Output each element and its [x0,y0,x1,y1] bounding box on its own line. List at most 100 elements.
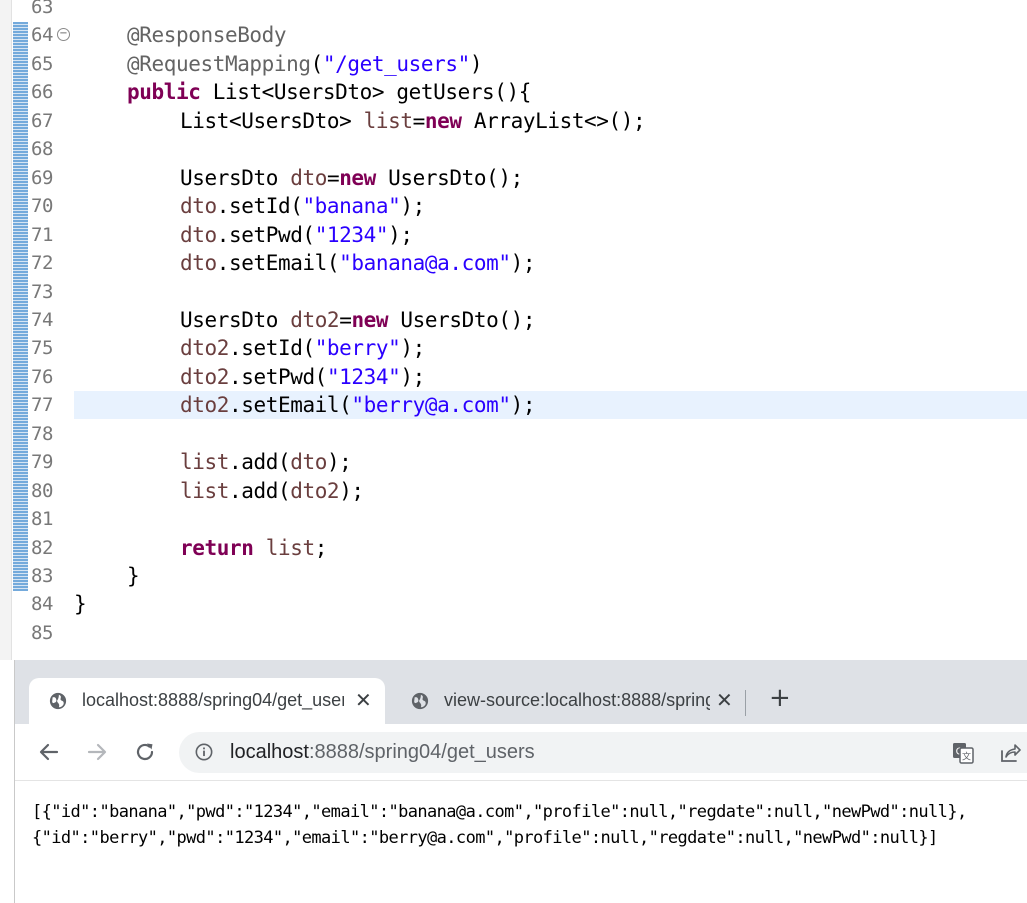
code-token: ); [510,251,536,276]
share-icon[interactable] [998,741,1022,765]
code-line[interactable]: 65 @RequestMapping("/get_users") [0,50,1027,78]
code-token: ); [400,364,425,389]
code-token: dto [290,165,327,190]
line-number: 66 [31,81,53,104]
line-number: 85 [31,621,53,644]
code-token: ( [310,51,324,76]
code-token: new [424,108,462,133]
address-bar[interactable]: localhost:8888/spring04/get_users G 文 [179,732,1027,773]
code-text: dto2.setPwd("1234"); [180,363,425,391]
fold-collapse-icon[interactable]: − [57,28,70,42]
code-line[interactable]: 83} [0,562,1027,590]
code-token: @RequestMapping [127,51,311,76]
code-token: UsersDto [180,165,291,190]
line-number: 78 [31,422,53,445]
tab-separator [745,690,746,716]
url-path: :8888/spring04/get_users [308,741,535,763]
code-token: dto [180,251,217,276]
tab-title: view-source:localhost:8888/spring04/get_… [444,690,710,710]
code-token: ); [510,393,536,418]
tab-title: localhost:8888/spring04/get_users [82,690,344,710]
code-editor[interactable]: 63 64− @ResponseBody 65 @RequestMapping("/ge… [0,0,1027,660]
code-line[interactable]: 66 public List<UsersDto> getUsers(){ [0,78,1027,106]
code-token: .setId( [228,336,315,361]
code-line[interactable]: 72 dto.setEmail("banana@a.com"); [0,249,1027,277]
tab-get-users[interactable]: localhost:8888/spring04/get_users ✕ [29,678,385,724]
code-token: @ResponseBody [127,23,287,48]
code-text: } [127,562,140,590]
code-line[interactable]: 82 return list; [0,534,1027,562]
back-arrow-icon[interactable] [37,740,61,764]
line-number: 63 [31,0,53,18]
code-token: ); [339,478,364,503]
code-token: .add( [228,450,291,475]
code-line[interactable]: 85 [0,619,1027,647]
code-token: dto2 [180,393,229,418]
code-token: dto [290,450,327,475]
code-line[interactable]: 70 dto.setId("banana"); [0,192,1027,220]
code-line[interactable]: 67 List<UsersDto> list=new ArrayList<>(); [0,107,1027,135]
code-line[interactable]: 77 dto2.setEmail("berry@a.com"); [0,391,1027,419]
tab-close-icon[interactable]: ✕ [355,690,372,710]
code-token: = [412,108,426,133]
line-number: 84 [31,593,53,616]
code-token: "berry" [314,336,401,361]
browser-window: localhost:8888/spring04/get_users ✕ view… [14,660,1027,903]
code-token: .setEmail( [216,251,340,276]
reload-icon[interactable] [133,740,157,764]
code-line[interactable]: 81 [0,505,1027,533]
code-line[interactable]: 64− @ResponseBody [0,21,1027,49]
code-line[interactable]: 74 UsersDto dto2=new UsersDto(); [0,306,1027,334]
code-line[interactable]: 73 [0,278,1027,306]
line-number: 82 [31,536,53,559]
code-line[interactable]: 78 [0,420,1027,448]
code-line[interactable]: 71 dto.setPwd("1234"); [0,221,1027,249]
info-icon[interactable] [195,743,213,761]
tab-view-source[interactable]: view-source:localhost:8888/spring04/get_… [391,678,743,724]
code-text: @RequestMapping("/get_users") [127,50,482,78]
code-line[interactable]: 84} [0,590,1027,618]
code-token: "1234" [326,364,401,389]
code-token: List<UsersDto> getUsers(){ [200,80,532,105]
code-line[interactable]: 76 dto2.setPwd("1234"); [0,363,1027,391]
code-token: "/get_users" [322,51,470,76]
new-tab-button[interactable]: + [769,685,791,711]
code-token: new [351,307,389,332]
code-token: .setEmail( [228,393,352,418]
line-number: 72 [31,252,53,275]
code-text: public List<UsersDto> getUsers(){ [127,78,531,106]
code-text: List<UsersDto> list=new ArrayList<>(); [180,107,646,135]
code-token: dto2 [290,478,340,503]
tab-close-icon[interactable]: ✕ [716,690,733,710]
code-token: = [339,307,352,332]
line-number: 71 [31,223,53,246]
code-token: dto [180,222,217,247]
translate-icon[interactable]: G 文 [951,741,975,765]
code-line[interactable]: 68 [0,135,1027,163]
line-number: 70 [31,195,53,218]
code-line[interactable]: 75 dto2.setId("berry"); [0,334,1027,362]
code-token: ); [326,450,352,475]
globe-icon [49,692,67,710]
code-token: ); [400,194,425,219]
forward-arrow-icon[interactable] [85,740,109,764]
code-line[interactable]: 69 UsersDto dto=new UsersDto(); [0,164,1027,192]
code-text: dto.setId("banana"); [180,192,425,220]
code-token: "1234" [314,222,389,247]
code-token: list [180,450,229,475]
json-line: [{"id":"banana","pwd":"1234","email":"ba… [32,802,967,822]
code-text: @ResponseBody [127,21,287,49]
code-text: list.add(dto2); [180,477,364,505]
code-line[interactable]: 79 list.add(dto); [0,448,1027,476]
line-number: 79 [31,451,53,474]
code-token: .setPwd( [216,222,315,247]
json-response: [{"id":"banana","pwd":"1234","email":"ba… [32,799,967,851]
code-line[interactable]: 63 [0,0,1027,21]
code-token: } [74,592,87,617]
code-token: ArrayList<>(); [461,108,646,133]
code-line[interactable]: 80 list.add(dto2); [0,477,1027,505]
code-token: .add( [228,478,291,503]
code-token: dto2 [290,307,340,332]
code-token: .setPwd( [228,364,327,389]
globe-icon [411,692,429,710]
